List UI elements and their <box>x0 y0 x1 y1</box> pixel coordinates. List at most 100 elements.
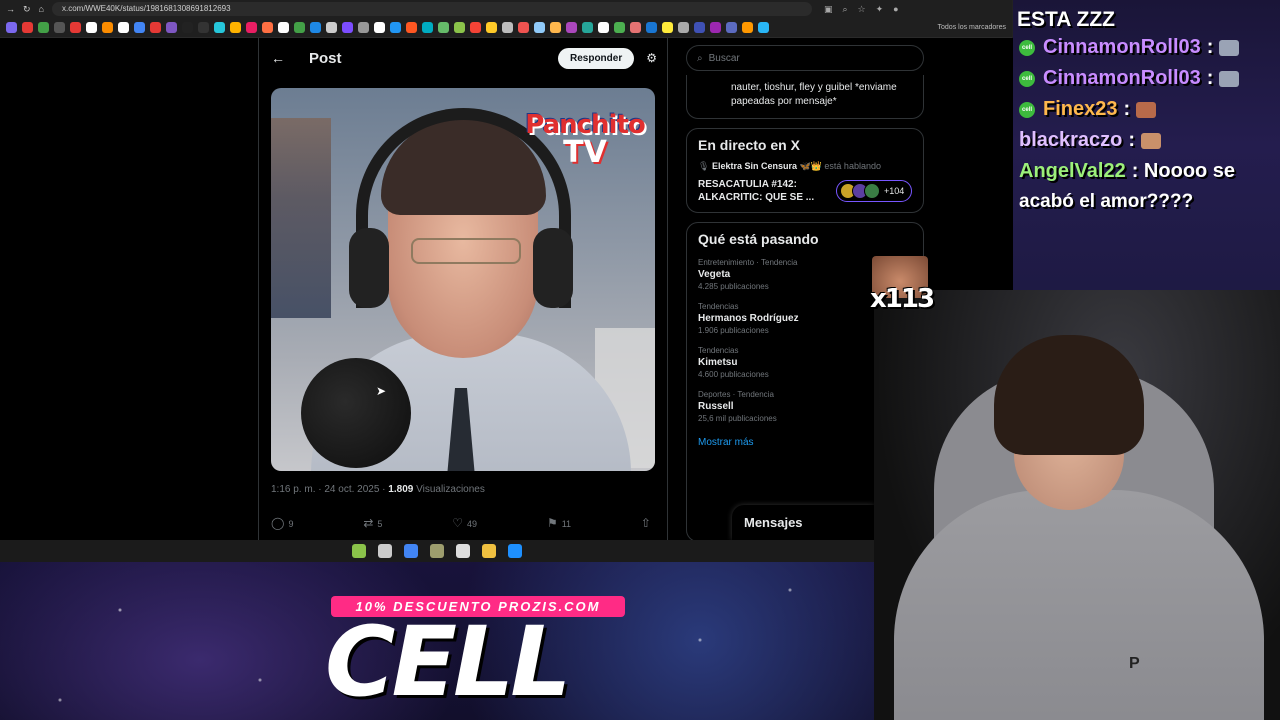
bookmark-favicon-icon[interactable] <box>438 22 449 33</box>
address-bar[interactable]: x.com/WWE40K/status/1981681308691812693 <box>51 2 812 16</box>
bookmark-favicon-icon[interactable] <box>582 22 593 33</box>
chat-username[interactable]: blackraczo <box>1019 129 1122 152</box>
bookmark-favicon-icon[interactable] <box>566 22 577 33</box>
bookmark-favicon-icon[interactable] <box>390 22 401 33</box>
bookmark-favicon-icon[interactable] <box>22 22 33 33</box>
post-timestamp: 1:16 p. m. · 24 oct. 2025 · 1.809 Visual… <box>271 484 485 495</box>
browser-toolbar: → ↻ ⌂ x.com/WWE40K/status/19816813086918… <box>0 0 1012 18</box>
emote-combo: x113 <box>870 256 935 326</box>
chat-text: : <box>1128 129 1136 151</box>
bookmark-favicon-icon[interactable] <box>246 22 257 33</box>
bookmark-favicon-icon[interactable] <box>214 22 225 33</box>
chat-username[interactable]: AngelVal22 <box>1019 160 1126 183</box>
back-arrow-icon[interactable]: → <box>6 4 15 14</box>
chat-emote-icon <box>1219 39 1240 56</box>
taskbar-app-icon[interactable] <box>508 544 522 558</box>
streamer-hair <box>994 335 1144 455</box>
taskbar-app-icon[interactable] <box>482 544 496 558</box>
reply-button[interactable]: Responder <box>558 47 635 69</box>
bookmark-favicon-icon[interactable] <box>118 22 129 33</box>
live-listeners-pill[interactable]: +104 <box>836 180 912 202</box>
live-host-name: Elektra Sin Censura 🦋👑 <box>711 161 822 171</box>
bookmark-favicon-icon[interactable] <box>406 22 417 33</box>
bookmark-favicon-icon[interactable] <box>646 22 657 33</box>
bookmark-favicon-icon[interactable] <box>166 22 177 33</box>
bookmark-favicon-icon[interactable] <box>326 22 337 33</box>
home-icon[interactable]: ⌂ <box>39 4 44 14</box>
bookmark-favicon-icon[interactable] <box>38 22 49 33</box>
bookmark-action[interactable]: ⚑ 11 <box>547 516 571 530</box>
views-label: Visualizaciones <box>416 484 485 495</box>
chat-username[interactable]: Finex23 <box>1043 98 1117 121</box>
bookmark-favicon-icon[interactable] <box>550 22 561 33</box>
bookmark-favicon-icon[interactable] <box>630 22 641 33</box>
chat-username[interactable]: CinnamonRoll03 <box>1043 67 1201 90</box>
post-video[interactable]: Panchito TV ➤ <box>271 88 655 471</box>
bookmark-favicon-icon[interactable] <box>182 22 193 33</box>
bookmark-favicon-icon[interactable] <box>742 22 753 33</box>
zoom-icon[interactable]: ⌕ <box>843 4 848 15</box>
repost-count: 5 <box>377 519 383 529</box>
search-input[interactable]: ⌕ Buscar <box>686 45 924 71</box>
bookmark-favicon-icon[interactable] <box>310 22 321 33</box>
bookmark-favicon-icon[interactable] <box>262 22 273 33</box>
bookmark-favicon-icon[interactable] <box>102 22 113 33</box>
bookmark-favicon-icon[interactable] <box>454 22 465 33</box>
taskbar-app-icon[interactable] <box>378 544 392 558</box>
bookmark-favicon-icon[interactable] <box>710 22 721 33</box>
repost-action[interactable]: ⇄ 5 <box>363 516 382 530</box>
share-icon: ⇧ <box>640 516 651 530</box>
bookmark-favicon-icon[interactable] <box>198 22 209 33</box>
bookmark-favicon-icon[interactable] <box>694 22 705 33</box>
bookmark-favicon-icon[interactable] <box>502 22 513 33</box>
bookmark-favicon-icon[interactable] <box>70 22 81 33</box>
all-bookmarks-link[interactable]: Todos los marcadores <box>938 24 1006 31</box>
taskbar-app-icon[interactable] <box>430 544 444 558</box>
video-bookshelf <box>271 118 331 318</box>
reply-action[interactable]: ◯ 9 <box>271 516 293 530</box>
bookmark-favicon-icon[interactable] <box>6 22 17 33</box>
bookmark-favicon-icon[interactable] <box>86 22 97 33</box>
bookmark-favicon-icon[interactable] <box>134 22 145 33</box>
listener-count: +104 <box>884 186 905 196</box>
bookmark-favicon-icon[interactable] <box>486 22 497 33</box>
bookmark-favicon-icon[interactable] <box>678 22 689 33</box>
bookmark-favicon-icon[interactable] <box>470 22 481 33</box>
live-space[interactable]: RESACATULIA #142: ALKACRITIC: QUE SE ...… <box>698 178 912 204</box>
bookmark-favicon-icon[interactable] <box>358 22 369 33</box>
bookmark-favicon-icon[interactable] <box>230 22 241 33</box>
share-action[interactable]: ⇧ <box>641 516 655 530</box>
bookmark-favicon-icon[interactable] <box>374 22 385 33</box>
bookmark-favicon-icon[interactable] <box>662 22 673 33</box>
bookmark-favicon-icon[interactable] <box>534 22 545 33</box>
bookmark-favicon-icon[interactable] <box>342 22 353 33</box>
bookmark-favicon-icon[interactable] <box>614 22 625 33</box>
bookmark-favicon-icon[interactable] <box>422 22 433 33</box>
profile-icon[interactable]: ● <box>893 4 898 15</box>
live-host[interactable]: 🎙 Elektra Sin Censura 🦋👑 está hablando <box>698 161 912 172</box>
chat-username[interactable]: CinnamonRoll03 <box>1043 36 1201 59</box>
extensions-puzzle-icon[interactable]: ✦ <box>876 4 884 15</box>
extension-icon[interactable]: ▣ <box>824 4 833 15</box>
messages-drawer[interactable]: Mensajes <box>732 505 874 540</box>
bookmark-favicon-icon[interactable] <box>54 22 65 33</box>
taskbar-app-icon[interactable] <box>404 544 418 558</box>
bookmark-favicon-icon[interactable] <box>294 22 305 33</box>
star-icon[interactable]: ☆ <box>858 4 866 15</box>
bookmark-favicon-icon[interactable] <box>278 22 289 33</box>
filter-sliders-icon[interactable]: ⚙ <box>646 51 657 65</box>
taskbar-app-icon[interactable] <box>352 544 366 558</box>
back-arrow-icon[interactable]: ← <box>271 50 301 66</box>
taskbar-app-icon[interactable] <box>456 544 470 558</box>
chat-emote-icon <box>1141 132 1162 149</box>
reply-snippet[interactable]: nauter, tioshur, fley y guibel *enviame … <box>686 75 924 119</box>
stream-overlay: { "browser": { "url": "x.com/WWE40K/stat… <box>0 0 1280 720</box>
bookmark-favicon-icon[interactable] <box>150 22 161 33</box>
bookmark-favicon-icon[interactable] <box>598 22 609 33</box>
bookmark-favicon-icon[interactable] <box>726 22 737 33</box>
like-action[interactable]: ♡ 49 <box>452 516 477 530</box>
bookmark-favicon-icon[interactable] <box>758 22 769 33</box>
reload-icon[interactable]: ↻ <box>23 4 31 15</box>
bookmark-favicon-icon[interactable] <box>518 22 529 33</box>
browser-window: → ↻ ⌂ x.com/WWE40K/status/19816813086918… <box>0 0 1013 540</box>
